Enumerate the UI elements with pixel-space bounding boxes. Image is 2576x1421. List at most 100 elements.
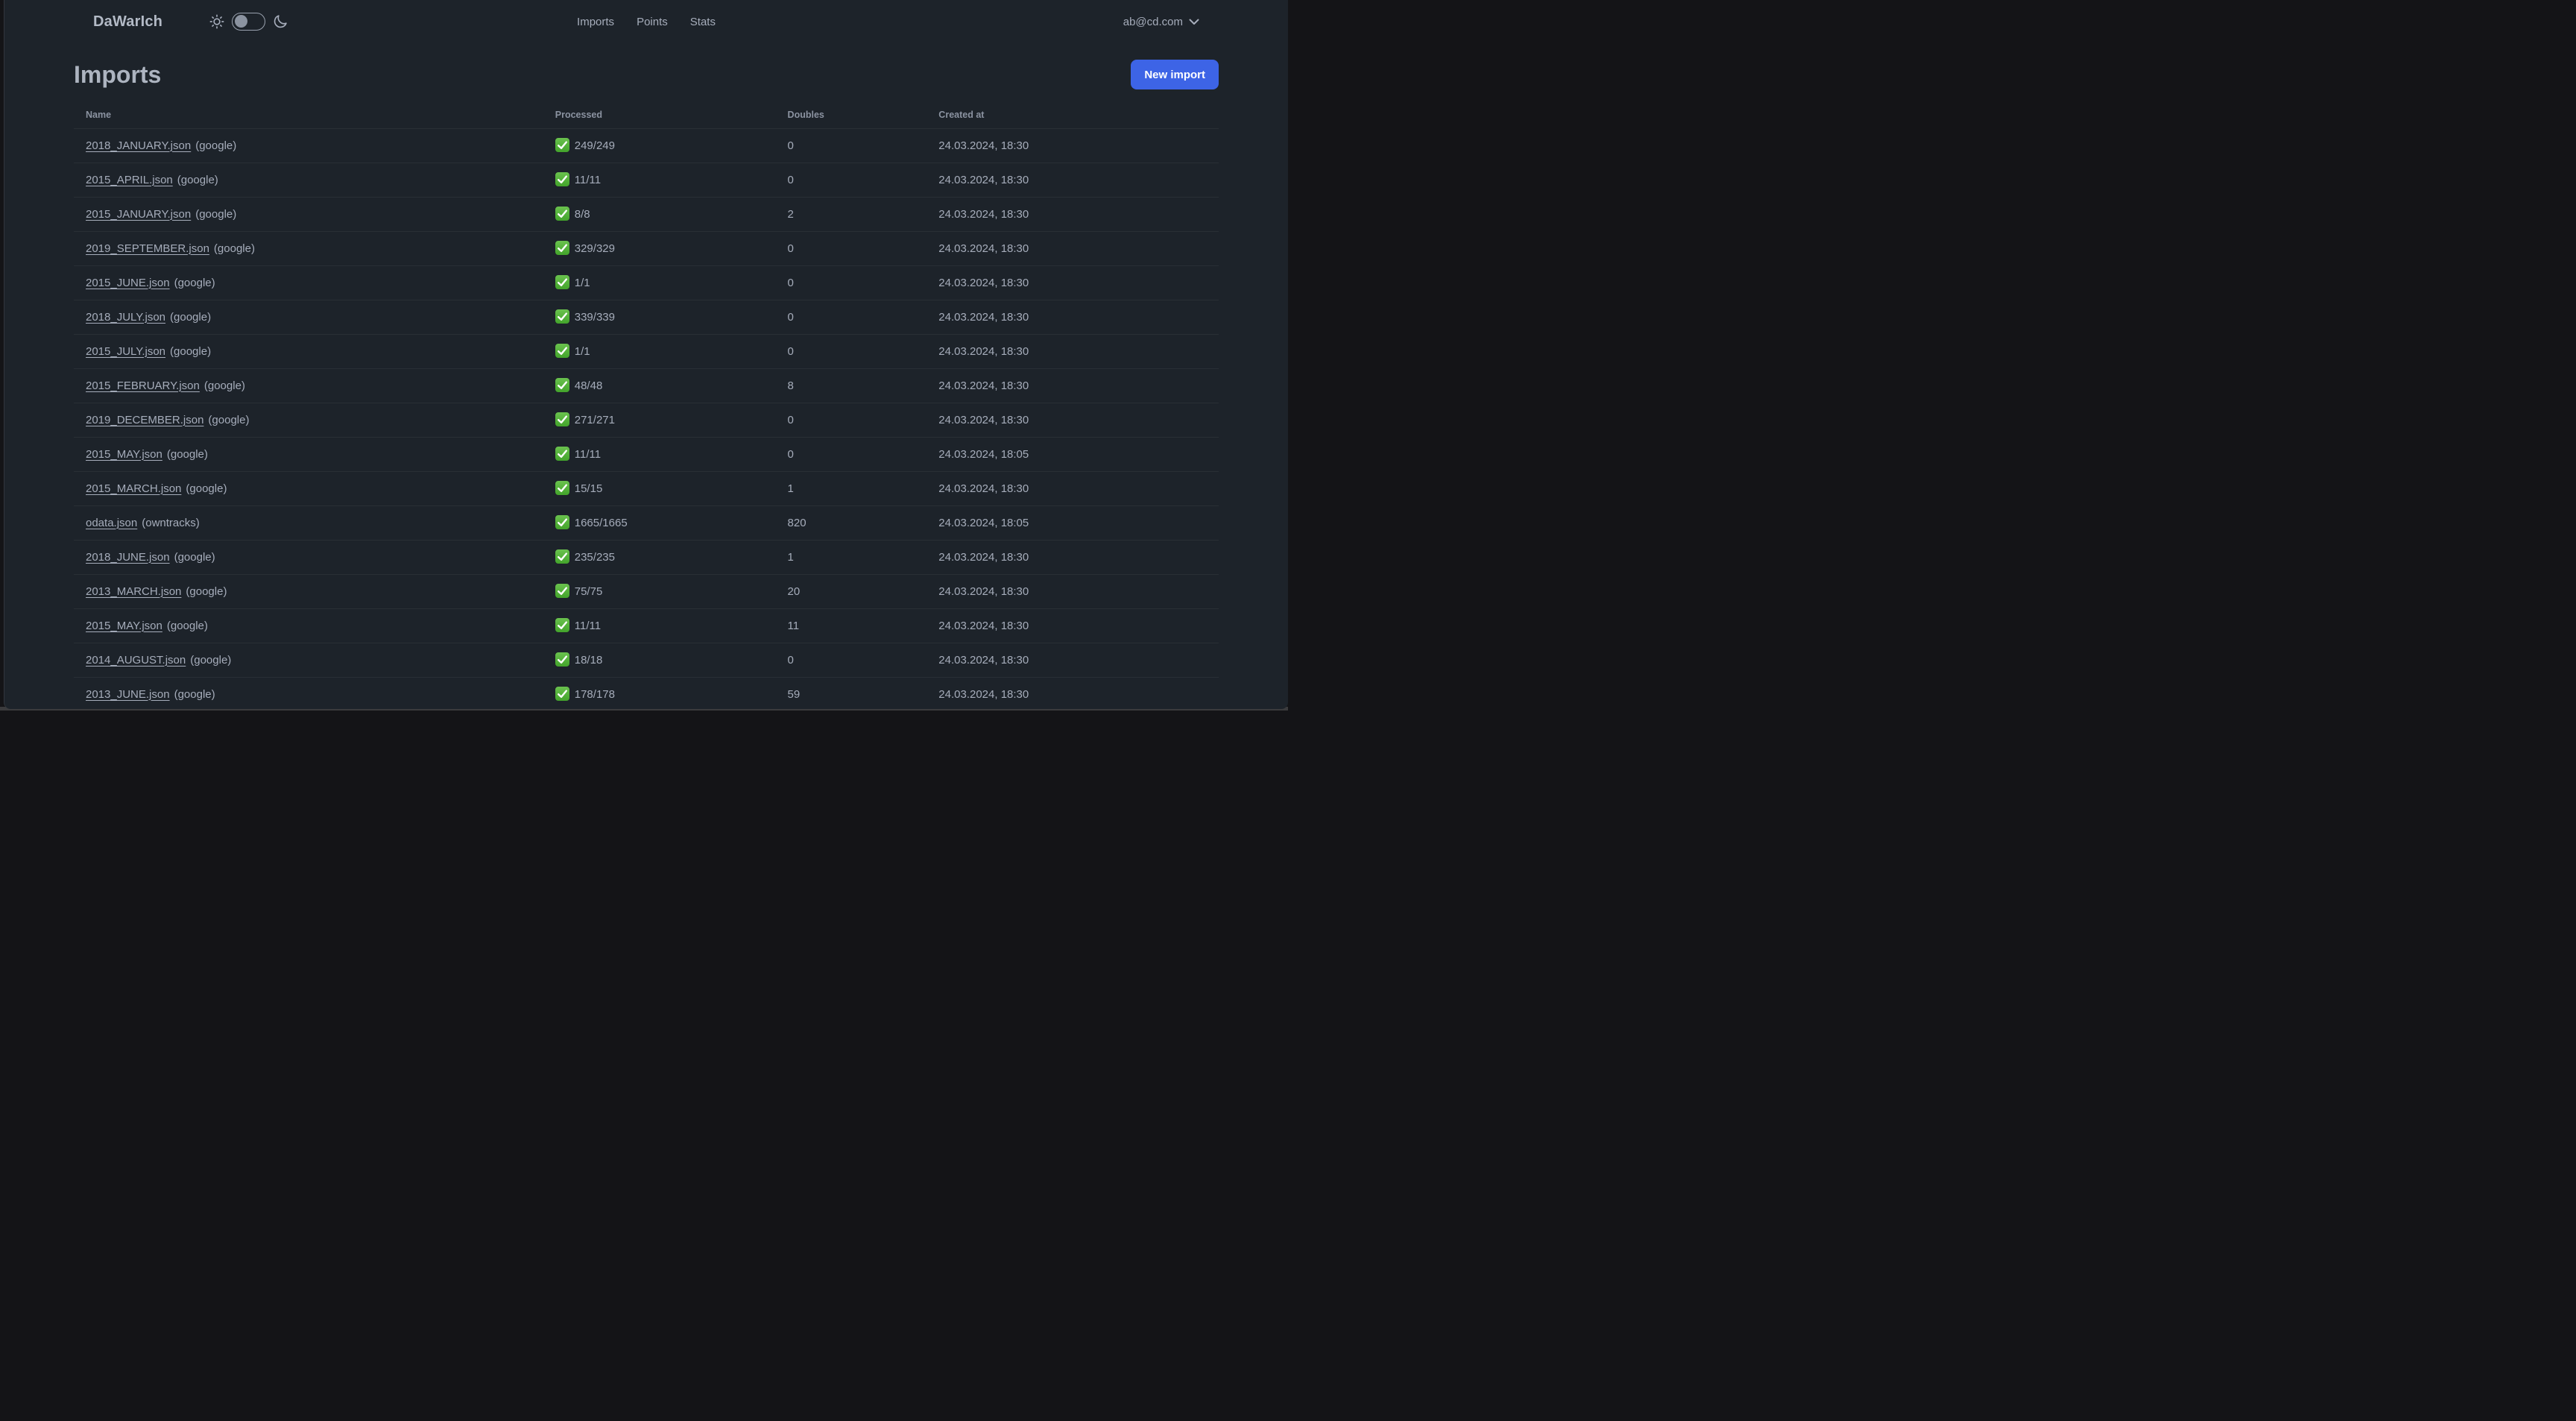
green-check-mark-icon xyxy=(555,171,569,186)
green-check-mark-icon xyxy=(555,617,569,632)
app-logo[interactable]: DaWarIch xyxy=(93,13,162,31)
processed-cell: 11/11 xyxy=(543,162,776,197)
import-file-link[interactable]: 2019_SEPTEMBER.json xyxy=(86,242,209,255)
created-at-cell: 24.03.2024, 18:30 xyxy=(926,230,1219,265)
import-source: (google) xyxy=(186,585,227,598)
processed-cell: 1665/1665 xyxy=(543,505,776,540)
import-file-link[interactable]: 2014_AUGUST.json xyxy=(86,654,186,667)
green-check-mark-icon xyxy=(555,549,569,564)
processed-cell: 75/75 xyxy=(543,573,776,608)
doubles-cell: 0 xyxy=(775,127,927,163)
import-file-link[interactable]: 2018_JANUARY.json xyxy=(86,139,191,152)
import-source: (google) xyxy=(166,619,208,632)
created-at-cell: 24.03.2024, 18:30 xyxy=(926,333,1219,368)
table-row: 2018_JULY.json (google) 339/339 0 24.03.2… xyxy=(74,299,1219,334)
processed-cell: 249/249 xyxy=(543,127,776,163)
import-file-link[interactable]: 2015_FEBRUARY.json xyxy=(86,379,200,392)
processed-cell: 11/11 xyxy=(543,436,776,471)
nav-link-imports[interactable]: Imports xyxy=(577,16,614,28)
table-row: 2014_AUGUST.json (google) 18/18 0 24.03.2… xyxy=(74,642,1219,677)
new-import-button[interactable]: New import xyxy=(1131,60,1219,89)
import-source: (google) xyxy=(174,687,215,701)
created-at-cell: 24.03.2024, 18:30 xyxy=(926,299,1219,334)
table-row: 2015_APRIL.json (google) 11/11 0 24.03.20… xyxy=(74,162,1219,197)
import-file-link[interactable]: 2015_JUNE.json xyxy=(86,277,170,289)
import-source: (google) xyxy=(166,447,208,461)
nav-link-stats[interactable]: Stats xyxy=(690,16,716,28)
green-check-mark-icon xyxy=(555,206,569,221)
created-at-cell: 24.03.2024, 18:30 xyxy=(926,127,1219,163)
import-file-link[interactable]: 2013_MARCH.json xyxy=(86,585,181,598)
created-at-cell: 24.03.2024, 18:30 xyxy=(926,676,1219,709)
import-file-link[interactable]: odata.json xyxy=(86,517,137,529)
import-file-link[interactable]: 2015_MAY.json xyxy=(86,620,162,632)
table-row: 2013_MARCH.json (google) 75/75 20 24.03.2… xyxy=(74,573,1219,608)
doubles-cell: 0 xyxy=(775,642,927,677)
processed-cell: 271/271 xyxy=(543,402,776,437)
processed-cell: 8/8 xyxy=(543,196,776,231)
import-name-cell: 2013_JUNE.json (google) xyxy=(74,676,543,709)
import-source: (google) xyxy=(195,139,237,152)
user-menu[interactable]: ab@cd.com xyxy=(1123,16,1199,28)
column-header-doubles: Doubles xyxy=(787,109,824,120)
page-header: Imports New import xyxy=(74,60,1219,89)
table-row: 2019_SEPTEMBER.json (google) 329/329 0 24… xyxy=(74,230,1219,265)
created-at-cell: 24.03.2024, 18:30 xyxy=(926,642,1219,677)
created-at-cell: 24.03.2024, 18:30 xyxy=(926,265,1219,300)
created-at-cell: 24.03.2024, 18:05 xyxy=(926,505,1219,540)
green-check-mark-icon xyxy=(555,274,569,289)
processed-count: 235/235 xyxy=(574,550,615,564)
import-file-link[interactable]: 2018_JUNE.json xyxy=(86,551,170,564)
toggle-knob xyxy=(234,15,247,28)
doubles-cell: 2 xyxy=(775,196,927,231)
theme-toggle[interactable] xyxy=(232,13,266,31)
green-check-mark-icon xyxy=(555,446,569,461)
import-file-link[interactable]: 2013_JUNE.json xyxy=(86,688,170,701)
green-check-mark-icon xyxy=(555,137,569,152)
import-source: (owntracks) xyxy=(142,516,200,529)
processed-cell: 339/339 xyxy=(543,299,776,334)
processed-cell: 1/1 xyxy=(543,333,776,368)
processed-cell: 178/178 xyxy=(543,676,776,709)
import-file-link[interactable]: 2015_MAY.json xyxy=(86,448,162,461)
processed-cell: 15/15 xyxy=(543,470,776,505)
import-source: (google) xyxy=(208,413,250,426)
import-source: (google) xyxy=(170,344,212,358)
nav-link-points[interactable]: Points xyxy=(637,16,668,28)
import-file-link[interactable]: 2015_JULY.json xyxy=(86,345,165,358)
import-name-cell: 2018_JUNE.json (google) xyxy=(74,539,543,574)
green-check-mark-icon xyxy=(555,377,569,392)
processed-count: 18/18 xyxy=(574,653,603,667)
theme-switcher xyxy=(209,13,288,31)
processed-cell: 11/11 xyxy=(543,608,776,643)
table-row: odata.json (owntracks) 1665/1665 820 24.0… xyxy=(74,505,1219,540)
processed-cell: 48/48 xyxy=(543,368,776,403)
import-source: (google) xyxy=(186,482,227,495)
import-file-link[interactable]: 2015_APRIL.json xyxy=(86,174,173,186)
import-source: (google) xyxy=(177,173,218,186)
created-at-cell: 24.03.2024, 18:30 xyxy=(926,470,1219,505)
imports-table: Name Processed Doubles Created at 2018_J… xyxy=(74,101,1219,709)
processed-count: 11/11 xyxy=(574,173,602,186)
import-file-link[interactable]: 2015_JANUARY.json xyxy=(86,208,191,221)
import-name-cell: 2018_JANUARY.json (google) xyxy=(74,127,543,163)
processed-count: 11/11 xyxy=(574,447,602,461)
processed-count: 11/11 xyxy=(574,619,602,632)
import-file-link[interactable]: 2015_MARCH.json xyxy=(86,482,181,495)
import-name-cell: 2019_SEPTEMBER.json (google) xyxy=(74,230,543,265)
app-window: DaWarIch Imports Points Stats ab@cd.com … xyxy=(4,0,1288,709)
processed-count: 1/1 xyxy=(574,276,590,289)
import-file-link[interactable]: 2019_DECEMBER.json xyxy=(86,414,203,426)
table-row: 2013_JUNE.json (google) 178/178 59 24.03.… xyxy=(74,676,1219,709)
created-at-cell: 24.03.2024, 18:30 xyxy=(926,196,1219,231)
green-check-mark-icon xyxy=(555,583,569,598)
import-name-cell: 2015_JULY.json (google) xyxy=(74,333,543,368)
import-file-link[interactable]: 2018_JULY.json xyxy=(86,311,165,324)
table-row: 2015_JULY.json (google) 1/1 0 24.03.2024,… xyxy=(74,333,1219,368)
main-nav: Imports Points Stats xyxy=(577,16,716,28)
processed-count: 1/1 xyxy=(574,344,590,358)
table-row: 2015_MAY.json (google) 11/11 11 24.03.202… xyxy=(74,608,1219,643)
user-email: ab@cd.com xyxy=(1123,15,1183,28)
import-source: (google) xyxy=(190,653,232,667)
doubles-cell: 11 xyxy=(775,608,927,643)
